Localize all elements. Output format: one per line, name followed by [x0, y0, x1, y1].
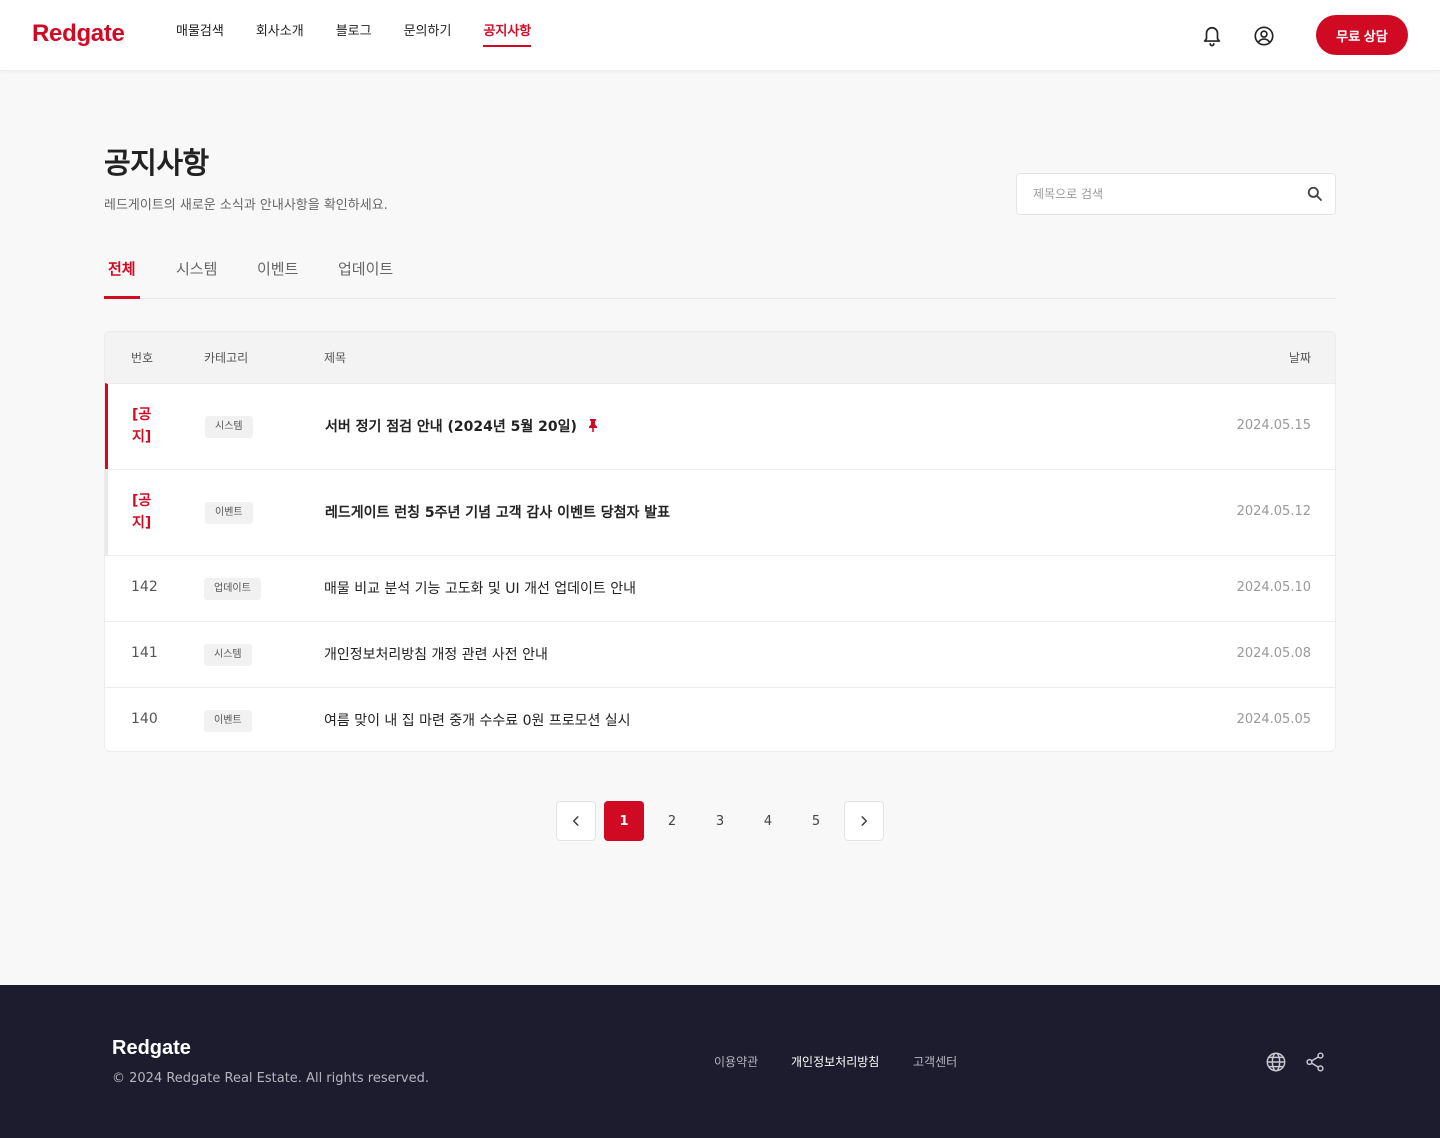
- nav-item-property-search[interactable]: 매물검색: [176, 0, 224, 71]
- pin-icon: [587, 418, 599, 436]
- row-number: 140: [131, 711, 158, 727]
- table-row[interactable]: [공지] 시스템 서버 정기 점검 안내 (2024년 5월 20일) 2024…: [105, 383, 1335, 469]
- table-row[interactable]: 142 업데이트 매물 비교 분석 기능 고도화 및 UI 개선 업데이트 안내…: [105, 555, 1335, 621]
- row-title[interactable]: 개인정보처리방침 개정 관련 사전 안내: [324, 644, 548, 664]
- tab-event[interactable]: 이벤트: [253, 250, 302, 298]
- notice-label: [공지]: [132, 407, 152, 445]
- row-date: 2024.05.05: [1236, 712, 1311, 727]
- notice-label: [공지]: [132, 493, 152, 531]
- site-footer: Redgate © 2024 Redgate Real Estate. All …: [0, 985, 1440, 1138]
- header-date: 날짜: [1288, 351, 1311, 365]
- chevron-left-icon: [572, 816, 579, 826]
- prev-page-button[interactable]: [556, 801, 596, 841]
- page-button-2[interactable]: 2: [652, 801, 692, 841]
- chevron-right-icon: [861, 816, 868, 826]
- tab-system[interactable]: 시스템: [172, 250, 221, 298]
- category-badge: 시스템: [205, 416, 253, 438]
- page-button-1[interactable]: 1: [604, 801, 644, 841]
- notice-table: 번호 카테고리 제목 날짜 [공지] 시스템 서버 정기 점검 안내 (2024…: [104, 331, 1336, 752]
- row-title[interactable]: 매물 비교 분석 기능 고도화 및 UI 개선 업데이트 안내: [324, 578, 636, 598]
- bell-icon[interactable]: [1198, 22, 1226, 50]
- next-page-button[interactable]: [844, 801, 884, 841]
- table-row[interactable]: [공지] 이벤트 레드게이트 런칭 5주년 기념 고객 감사 이벤트 당첨자 발…: [105, 469, 1335, 555]
- header-category: 카테고리: [204, 351, 249, 365]
- top-header: Redgate 매물검색 회사소개 블로그 문의하기 공지사항 무료 상담: [0, 0, 1440, 71]
- footer-link-privacy[interactable]: 개인정보처리방침: [791, 1053, 879, 1070]
- footer-logo: Redgate: [112, 1037, 191, 1059]
- page-title: 공지사항: [104, 146, 209, 180]
- row-title-text: 서버 정기 점검 안내 (2024년 5월 20일): [325, 419, 577, 435]
- nav-item-blog[interactable]: 블로그: [336, 0, 372, 71]
- tab-all[interactable]: 전체: [104, 250, 140, 299]
- page-subtitle: 레드게이트의 새로운 소식과 안내사항을 확인하세요.: [104, 198, 388, 213]
- search-input[interactable]: [1033, 174, 1303, 214]
- page-button-5[interactable]: 5: [796, 801, 836, 841]
- free-consultation-button[interactable]: 무료 상담: [1316, 15, 1408, 55]
- table-row[interactable]: 141 시스템 개인정보처리방침 개정 관련 사전 안내 2024.05.08: [105, 621, 1335, 687]
- page-button-4[interactable]: 4: [748, 801, 788, 841]
- category-badge: 이벤트: [205, 502, 253, 524]
- page-button-3[interactable]: 3: [700, 801, 740, 841]
- row-number: 141: [131, 645, 158, 661]
- row-date: 2024.05.15: [1236, 418, 1311, 433]
- copyright-text: © 2024 Redgate Real Estate. All rights r…: [112, 1071, 430, 1086]
- row-date: 2024.05.10: [1236, 580, 1311, 595]
- search-box: [1016, 173, 1336, 215]
- table-header: 번호 카테고리 제목 날짜: [105, 332, 1335, 383]
- category-badge: 이벤트: [204, 710, 252, 732]
- category-tabs: 전체 시스템 이벤트 업데이트: [104, 250, 1336, 299]
- logo[interactable]: Redgate: [32, 20, 125, 48]
- nav-item-notices[interactable]: 공지사항: [483, 0, 531, 71]
- header-number: 번호: [131, 351, 154, 365]
- row-number: 142: [131, 579, 158, 595]
- account-circle-icon[interactable]: [1250, 22, 1278, 50]
- tab-update[interactable]: 업데이트: [334, 250, 397, 298]
- nav-item-about[interactable]: 회사소개: [256, 0, 304, 71]
- share-icon[interactable]: [1304, 1051, 1326, 1073]
- globe-icon[interactable]: [1265, 1051, 1287, 1073]
- table-row[interactable]: 140 이벤트 여름 맞이 내 집 마련 중개 수수료 0원 프로모션 실시 2…: [105, 687, 1335, 751]
- header-title: 제목: [324, 351, 347, 365]
- search-icon[interactable]: [1305, 184, 1325, 204]
- row-title[interactable]: 서버 정기 점검 안내 (2024년 5월 20일): [325, 416, 599, 436]
- footer-link-terms[interactable]: 이용약관: [714, 1053, 758, 1070]
- category-badge: 시스템: [204, 644, 252, 666]
- main-nav: 매물검색 회사소개 블로그 문의하기 공지사항: [176, 0, 563, 71]
- row-title[interactable]: 레드게이트 런칭 5주년 기념 고객 감사 이벤트 당첨자 발표: [325, 502, 670, 522]
- row-title[interactable]: 여름 맞이 내 집 마련 중개 수수료 0원 프로모션 실시: [324, 710, 631, 730]
- nav-item-contact[interactable]: 문의하기: [404, 0, 452, 71]
- footer-link-support[interactable]: 고객센터: [913, 1053, 957, 1070]
- row-date: 2024.05.12: [1236, 504, 1311, 519]
- category-badge: 업데이트: [204, 578, 261, 600]
- row-date: 2024.05.08: [1236, 646, 1311, 661]
